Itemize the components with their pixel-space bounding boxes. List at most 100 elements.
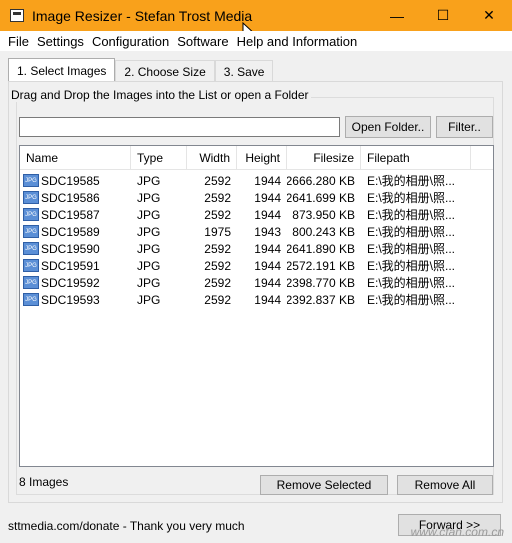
open-folder-button[interactable]: Open Folder.. (345, 116, 431, 138)
cell-width: 2592 (204, 173, 231, 188)
column-name[interactable]: Name (20, 146, 131, 170)
table-row[interactable]: JPG SDC19589 JPG 1975 1943 800.243 KB E:\我的相册\… (20, 223, 493, 240)
cell-width: 2592 (204, 258, 231, 273)
image-file-icon: JPG (23, 191, 39, 204)
menu-help[interactable]: Help and Information (233, 34, 362, 49)
cell-name: JPG SDC19585 (23, 172, 131, 189)
image-file-icon: JPG (23, 208, 39, 221)
table-row[interactable]: JPG SDC19593 JPG 2592 1944 2392.837 KB E:\我的相册… (20, 291, 493, 308)
file-name: SDC19585 (41, 173, 100, 188)
table-row[interactable]: JPG SDC19591 JPG 2592 1944 2572.191 KB E:\我的相册… (20, 257, 493, 274)
cell-filesize: 800.243 KB (292, 224, 355, 239)
cell-height: 1944 (254, 292, 281, 307)
cell-width: 2592 (204, 207, 231, 222)
tab-select-images[interactable]: 1. Select Images (8, 58, 116, 82)
cell-filesize: 2392.837 KB (287, 292, 355, 307)
file-name: SDC19587 (41, 207, 100, 222)
remove-all-button[interactable]: Remove All (397, 475, 493, 495)
cell-type: JPG (137, 292, 161, 307)
cell-filesize: 2666.280 KB (287, 173, 355, 188)
file-name: SDC19591 (41, 258, 100, 273)
cell-filepath: E:\我的相册\照... (367, 293, 456, 307)
remove-selected-button[interactable]: Remove Selected (260, 475, 388, 495)
cell-type: JPG (137, 275, 161, 290)
column-width[interactable]: Width (187, 146, 237, 170)
window-controls: — ☐ ✕ (374, 0, 512, 31)
image-file-icon: JPG (23, 174, 39, 187)
menu-configuration[interactable]: Configuration (88, 34, 173, 49)
cell-height: 1944 (254, 258, 281, 273)
cell-filepath: E:\我的相册\照... (367, 208, 456, 222)
cell-name: JPG SDC19592 (23, 274, 131, 291)
column-filepath[interactable]: Filepath (361, 146, 471, 170)
image-list[interactable]: Name Type Width Height Filesize Filepath… (19, 145, 494, 467)
title-bar: Image Resizer - Stefan Trost Media — ☐ ✕ (0, 0, 512, 31)
cell-type: JPG (137, 173, 161, 188)
tab-choose-size[interactable]: 2. Choose Size (115, 60, 215, 82)
cell-height: 1944 (254, 207, 281, 222)
table-row[interactable]: JPG SDC19590 JPG 2592 1944 2641.890 KB E:\我的相册… (20, 240, 493, 257)
cell-name: JPG SDC19586 (23, 189, 131, 206)
list-header: Name Type Width Height Filesize Filepath (20, 146, 493, 170)
cell-width: 2592 (204, 292, 231, 307)
column-type[interactable]: Type (131, 146, 187, 170)
file-name: SDC19589 (41, 224, 100, 239)
cell-type: JPG (137, 190, 161, 205)
menu-settings[interactable]: Settings (33, 34, 88, 49)
cell-height: 1944 (254, 173, 281, 188)
menu-file[interactable]: File (4, 34, 33, 49)
table-row[interactable]: JPG SDC19592 JPG 2592 1944 2398.770 KB E:\我的相册… (20, 274, 493, 291)
cell-height: 1944 (254, 190, 281, 205)
cell-filepath: E:\我的相册\照... (367, 276, 456, 290)
menu-software[interactable]: Software (173, 34, 232, 49)
image-file-icon: JPG (23, 276, 39, 289)
step-tabs: 1. Select Images 2. Choose Size 3. Save (8, 58, 274, 82)
close-button[interactable]: ✕ (466, 0, 512, 31)
cell-filepath: E:\我的相册\照... (367, 225, 456, 239)
cell-height: 1944 (254, 241, 281, 256)
image-file-icon: JPG (23, 259, 39, 272)
cell-type: JPG (137, 207, 161, 222)
cell-filesize: 2641.890 KB (287, 241, 355, 256)
group-title: Drag and Drop the Images into the List o… (9, 88, 311, 102)
column-filesize[interactable]: Filesize (287, 146, 361, 170)
cell-filesize: 2572.191 KB (287, 258, 355, 273)
cell-filepath: E:\我的相册\照... (367, 191, 456, 205)
menu-bar: File Settings Configuration Software Hel… (0, 31, 512, 51)
cell-filesize: 2398.770 KB (287, 275, 355, 290)
column-height[interactable]: Height (237, 146, 287, 170)
minimize-button[interactable]: — (374, 0, 420, 31)
tab-save[interactable]: 3. Save (214, 60, 274, 82)
cell-height: 1944 (254, 275, 281, 290)
watermark: www.cfan.com.cn (410, 525, 504, 539)
cell-filesize: 2641.699 KB (287, 190, 355, 205)
cell-filepath: E:\我的相册\照... (367, 242, 456, 256)
file-name: SDC19592 (41, 275, 100, 290)
cell-name: JPG SDC19591 (23, 257, 131, 274)
cell-height: 1943 (254, 224, 281, 239)
cell-filesize: 873.950 KB (292, 207, 355, 222)
image-file-icon: JPG (23, 242, 39, 255)
image-count: 8 Images (19, 475, 69, 489)
file-name: SDC19590 (41, 241, 100, 256)
filter-button[interactable]: Filter.. (436, 116, 493, 138)
donate-footer: sttmedia.com/donate - Thank you very muc… (8, 519, 245, 533)
maximize-button[interactable]: ☐ (420, 0, 466, 31)
cell-filepath: E:\我的相册\照... (367, 259, 456, 273)
cell-width: 2592 (204, 275, 231, 290)
cell-filepath: E:\我的相册\照... (367, 174, 456, 188)
image-file-icon: JPG (23, 225, 39, 238)
cell-width: 1975 (204, 224, 231, 239)
cell-name: JPG SDC19593 (23, 291, 131, 308)
cell-width: 2592 (204, 190, 231, 205)
file-name: SDC19593 (41, 292, 100, 307)
window-title: Image Resizer - Stefan Trost Media (32, 7, 253, 24)
app-icon (10, 9, 24, 22)
cell-type: JPG (137, 224, 161, 239)
table-row[interactable]: JPG SDC19585 JPG 2592 1944 2666.280 KB E:\我的相册… (20, 172, 493, 189)
folder-path-input[interactable] (19, 117, 340, 137)
table-row[interactable]: JPG SDC19586 JPG 2592 1944 2641.699 KB E:\我的相册… (20, 189, 493, 206)
table-row[interactable]: JPG SDC19587 JPG 2592 1944 873.950 KB E:\我的相册\… (20, 206, 493, 223)
cell-name: JPG SDC19587 (23, 206, 131, 223)
cell-name: JPG SDC19589 (23, 223, 131, 240)
